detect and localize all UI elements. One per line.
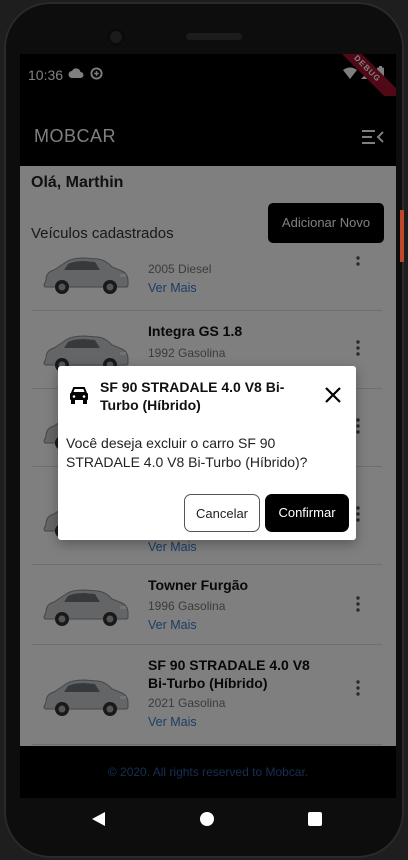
screen: 10:36 DEBUG MOBCAR Olá, Mar [20, 54, 396, 798]
earpiece-speaker [186, 33, 242, 40]
dialog-message: Você deseja excluir o carro SF 90 STRADA… [66, 435, 308, 470]
dialog-title: SF 90 STRADALE 4.0 V8 Bi-Turbo (Híbrido) [100, 379, 285, 413]
phone-frame: 10:36 DEBUG MOBCAR Olá, Mar [4, 2, 404, 858]
cancel-button[interactable]: Cancelar [184, 494, 260, 532]
delete-confirm-dialog: SF 90 STRADALE 4.0 V8 Bi-Turbo (Híbrido)… [58, 366, 356, 540]
car-icon [70, 387, 88, 404]
back-icon[interactable] [92, 812, 106, 826]
home-icon[interactable] [200, 812, 214, 826]
system-nav-bar [20, 798, 396, 844]
recent-apps-icon[interactable] [308, 812, 322, 826]
front-camera [107, 28, 125, 46]
close-icon[interactable] [324, 386, 342, 404]
phone-side-button [400, 210, 404, 262]
confirm-button[interactable]: Confirmar [265, 494, 349, 532]
